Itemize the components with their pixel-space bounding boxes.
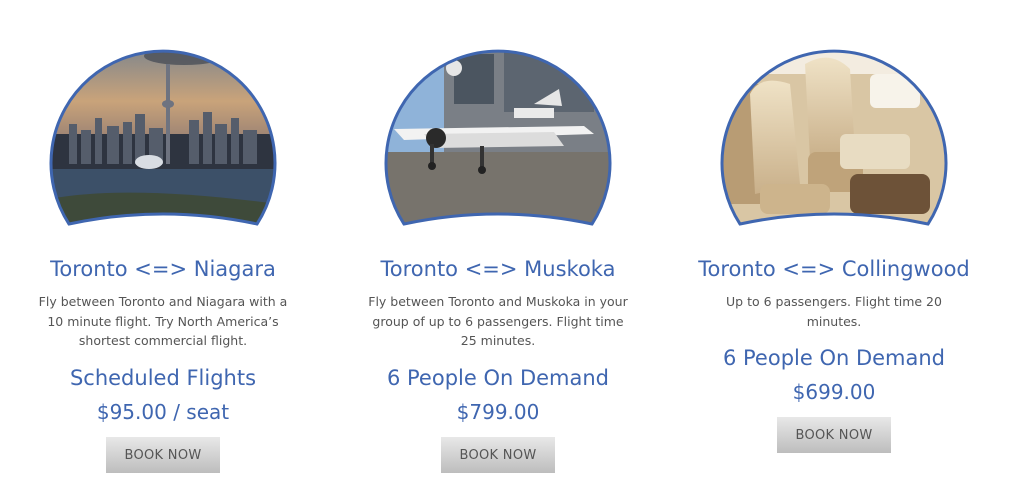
card-toronto-muskoka: Toronto <=> Muskoka Fly between Toronto … — [338, 0, 658, 473]
price: $799.00 — [456, 399, 540, 424]
route-description: Fly between Toronto and Niagara with a 1… — [38, 294, 288, 348]
book-now-button[interactable]: BOOK NOW — [777, 417, 891, 453]
toronto-skyline-photo — [49, 34, 277, 226]
route-title: Toronto <=> Muskoka — [380, 257, 616, 281]
price: $699.00 — [792, 380, 876, 404]
service-type: Scheduled Flights — [69, 365, 257, 390]
airplane-photo — [384, 34, 612, 226]
route-title: Toronto <=> Collingwood — [698, 257, 970, 281]
route-description: Up to 6 passengers. Flight time 20 minut… — [726, 294, 942, 329]
price: $95.00 / seat — [96, 399, 230, 424]
book-now-button[interactable]: BOOK NOW — [441, 436, 555, 473]
route-description: Fly between Toronto and Muskoka in your … — [368, 294, 628, 348]
card-toronto-collingwood: Toronto <=> Collingwood Up to 6 passenge… — [674, 0, 994, 453]
route-title: Toronto <=> Niagara — [50, 257, 276, 281]
book-now-button[interactable]: BOOK NOW — [106, 436, 220, 473]
card-toronto-niagara: Toronto <=> Niagara Fly between Toronto … — [3, 0, 323, 473]
service-type: 6 People On Demand — [722, 346, 946, 370]
cabin-interior-photo — [720, 34, 948, 226]
service-type: 6 People On Demand — [386, 365, 610, 390]
